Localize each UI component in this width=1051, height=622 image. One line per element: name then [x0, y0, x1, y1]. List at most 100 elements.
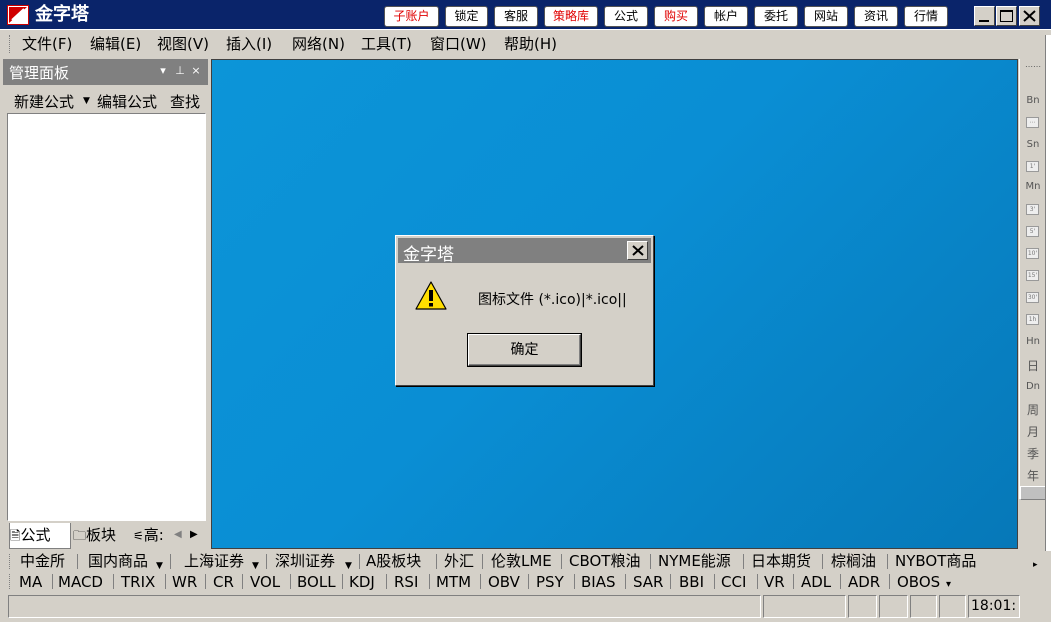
indicator-wr[interactable]: WR	[172, 573, 197, 591]
website-button[interactable]: 网站	[804, 6, 848, 27]
pin-icon[interactable]: ⊥	[173, 64, 187, 78]
indicator-cr[interactable]: CR	[213, 573, 234, 591]
period-quarter[interactable]: 季	[1020, 445, 1046, 462]
new-formula-dropdown-icon[interactable]: ▼	[83, 96, 90, 106]
ok-button[interactable]: 确定	[467, 333, 582, 367]
indicator-adl[interactable]: ADL	[801, 573, 831, 591]
period-dn[interactable]: Dn	[1020, 381, 1046, 392]
tab-scroll-right-icon[interactable]: ▶	[190, 523, 202, 549]
period-10m[interactable]: 10'	[1026, 248, 1039, 259]
market-bar-grip[interactable]	[9, 554, 12, 569]
panel-close-icon[interactable]: ×	[189, 64, 203, 78]
indicator-bias[interactable]: BIAS	[581, 573, 616, 591]
separator	[561, 554, 562, 569]
period-mn[interactable]: Mn	[1020, 181, 1046, 192]
quotes-button[interactable]: 行情	[904, 6, 948, 27]
period-tick-icon[interactable]: ⋯	[1026, 117, 1039, 128]
lock-button[interactable]: 锁定	[445, 6, 488, 27]
period-bn[interactable]: Bn	[1020, 95, 1046, 106]
dialog-message: 图标文件 (*.ico)|*.ico||	[478, 292, 627, 308]
menu-grip[interactable]	[9, 35, 12, 53]
period-day[interactable]: 日	[1020, 357, 1046, 374]
indicator-sar[interactable]: SAR	[633, 573, 663, 591]
close-icon	[1023, 10, 1036, 22]
find-button[interactable]: 查找	[170, 91, 200, 112]
market-tab-nybot[interactable]: NYBOT商品	[895, 552, 976, 571]
indicator-adr[interactable]: ADR	[848, 573, 880, 591]
indicator-bbi[interactable]: BBI	[679, 573, 704, 591]
panel-menu-icon[interactable]: ▾	[156, 64, 170, 78]
indicator-obos[interactable]: OBOS	[897, 573, 940, 591]
indicator-vol[interactable]: VOL	[250, 573, 280, 591]
buy-button[interactable]: 购买	[654, 6, 698, 27]
period-month[interactable]: 月	[1020, 423, 1046, 440]
separator	[625, 574, 626, 589]
sub-account-button[interactable]: 子账户	[384, 6, 439, 27]
market-tab-shenzhen[interactable]: 深圳证券	[275, 552, 335, 571]
indicator-vr[interactable]: VR	[764, 573, 785, 591]
period-15m[interactable]: 15'	[1026, 270, 1039, 281]
period-1h[interactable]: 1h	[1026, 314, 1039, 325]
market-tab-forex[interactable]: 外汇	[444, 552, 474, 571]
menu-window[interactable]: 窗口(W)	[430, 35, 487, 53]
tab-sector[interactable]: 🗀板块	[73, 523, 129, 549]
status-bar: 18:01:	[0, 592, 1051, 622]
period-hn[interactable]: Hn	[1020, 336, 1046, 347]
period-bar-scroll-thumb[interactable]	[1020, 486, 1046, 500]
market-tab-domestic-commodity[interactable]: 国内商品	[88, 552, 148, 571]
period-year[interactable]: 年	[1020, 467, 1046, 484]
customer-service-button[interactable]: 客服	[494, 6, 538, 27]
indicator-ma[interactable]: MA	[19, 573, 42, 591]
menu-insert[interactable]: 插入(I)	[226, 35, 272, 53]
market-tab-a-share-sector[interactable]: A股板块	[366, 552, 421, 571]
menu-view[interactable]: 视图(V)	[157, 35, 209, 53]
menu-tools[interactable]: 工具(T)	[361, 35, 412, 53]
indicator-psy[interactable]: PSY	[536, 573, 564, 591]
indicator-obv[interactable]: OBV	[488, 573, 520, 591]
indicator-bar-grip[interactable]	[9, 574, 12, 589]
maximize-button[interactable]	[996, 6, 1017, 26]
edit-formula-button[interactable]: 编辑公式	[97, 91, 157, 112]
indicator-bar: MA MACD TRIX WR CR VOL BOLL KDJ RSI MTM …	[0, 572, 1051, 592]
indicator-boll[interactable]: BOLL	[297, 573, 336, 591]
market-tab-cffex[interactable]: 中金所	[20, 552, 65, 571]
indicator-rsi[interactable]: RSI	[394, 573, 418, 591]
indicator-trix[interactable]: TRIX	[121, 573, 155, 591]
market-tab-shanghai[interactable]: 上海证券	[184, 552, 244, 571]
dialog-close-button[interactable]	[627, 241, 648, 260]
period-1m[interactable]: 1'	[1026, 161, 1039, 172]
formula-button[interactable]: 公式	[604, 6, 648, 27]
tab-advanced[interactable]: ⚟高:	[133, 523, 175, 549]
market-tab-palm-oil[interactable]: 棕榈油	[831, 552, 876, 571]
close-icon	[632, 245, 644, 256]
market-tab-lme[interactable]: 伦敦LME	[491, 552, 552, 571]
market-tab-japan-futures[interactable]: 日本期货	[751, 552, 811, 571]
minimize-button[interactable]	[974, 6, 995, 26]
tab-scroll-left-icon[interactable]: ◀	[174, 523, 186, 549]
menu-file[interactable]: 文件(F)	[22, 35, 72, 53]
indicator-macd[interactable]: MACD	[58, 573, 103, 591]
period-3m[interactable]: 3'	[1026, 204, 1039, 215]
strategy-library-button[interactable]: 策略库	[544, 6, 598, 27]
period-5m[interactable]: 5'	[1026, 226, 1039, 237]
folder-icon: 🗀	[73, 529, 87, 544]
menu-edit[interactable]: 编辑(E)	[90, 35, 141, 53]
indicator-cci[interactable]: CCI	[721, 573, 746, 591]
menu-help[interactable]: 帮助(H)	[504, 35, 557, 53]
period-bar-grip-icon[interactable]: ⋯⋯	[1020, 62, 1046, 71]
market-tab-cbot[interactable]: CBOT粮油	[569, 552, 640, 571]
period-sn[interactable]: Sn	[1020, 139, 1046, 150]
indicator-mtm[interactable]: MTM	[436, 573, 471, 591]
account-button[interactable]: 帐户	[704, 6, 748, 27]
period-week[interactable]: 周	[1020, 401, 1046, 418]
order-button[interactable]: 委托	[754, 6, 798, 27]
market-tab-nyme[interactable]: NYME能源	[658, 552, 731, 571]
close-button[interactable]	[1019, 6, 1040, 26]
period-30m[interactable]: 30'	[1026, 292, 1039, 303]
formula-tree[interactable]	[7, 113, 206, 521]
indicator-kdj[interactable]: KDJ	[349, 573, 375, 591]
menu-network[interactable]: 网络(N)	[292, 35, 345, 53]
tab-formula[interactable]: 🗎公式	[9, 523, 71, 549]
new-formula-button[interactable]: 新建公式	[14, 91, 74, 112]
news-button[interactable]: 资讯	[854, 6, 898, 27]
